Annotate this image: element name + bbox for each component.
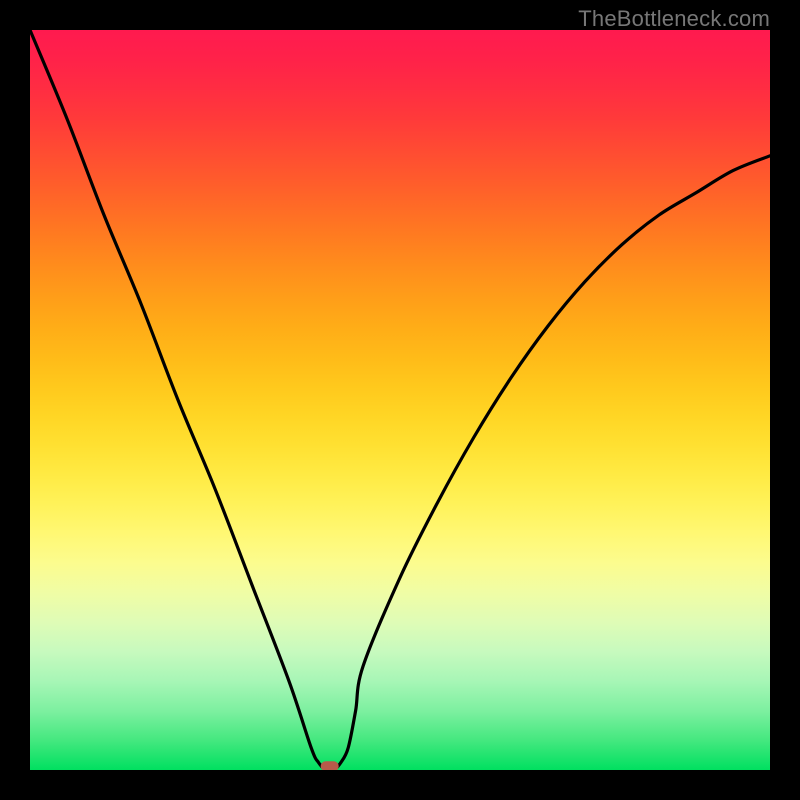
plot-area — [30, 30, 770, 770]
bottleneck-chart — [30, 30, 770, 770]
chart-frame: TheBottleneck.com — [0, 0, 800, 800]
watermark-text: TheBottleneck.com — [578, 6, 770, 32]
gradient-background — [30, 30, 770, 770]
optimal-point-marker — [321, 761, 339, 770]
